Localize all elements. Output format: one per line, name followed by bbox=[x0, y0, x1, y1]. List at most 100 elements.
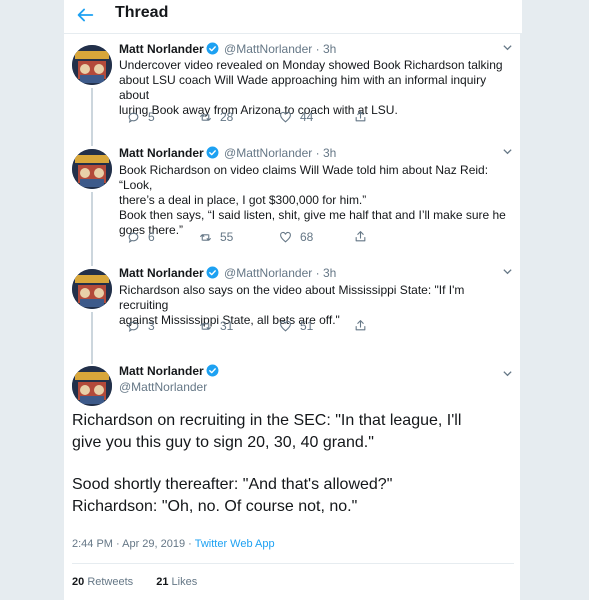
tweet-line: Undercover video revealed on Monday show… bbox=[119, 58, 503, 72]
tweet-line: Sood shortly thereafter: "And that's all… bbox=[72, 476, 393, 493]
thread-header: Thread bbox=[64, 0, 522, 34]
chevron-down-icon[interactable] bbox=[502, 368, 513, 379]
tweet-line: Richardson: "Oh, no. Of course not, no." bbox=[72, 498, 358, 515]
meta-separator: · bbox=[315, 146, 320, 160]
author-name[interactable]: Matt Norlander bbox=[119, 266, 204, 280]
likes-stat[interactable]: 21 Likes bbox=[156, 576, 197, 588]
avatar-image bbox=[72, 269, 112, 309]
avatar[interactable] bbox=[72, 269, 112, 309]
author-name[interactable]: Matt Norlander bbox=[119, 42, 204, 56]
tweet-actions: 5 28 44 bbox=[119, 110, 419, 126]
chevron-down-icon[interactable] bbox=[502, 146, 513, 157]
tweet-meta: Matt Norlander @MattNorlander · 3h bbox=[119, 42, 336, 56]
tweet-line: give you this guy to sign 20, 30, 40 gra… bbox=[72, 434, 374, 451]
tweet-text: Richardson on recruiting in the SEC: "In… bbox=[72, 410, 512, 518]
tweet-timestamp: 2:44 PM · Apr 29, 2019 · Twitter Web App bbox=[72, 538, 275, 550]
retweet-count: 55 bbox=[220, 230, 234, 244]
tweet-line: about LSU coach Will Wade approaching hi… bbox=[119, 73, 487, 102]
retweet-icon bbox=[200, 233, 211, 241]
author-handle[interactable]: @MattNorlander bbox=[119, 380, 207, 394]
share-icon bbox=[355, 231, 366, 242]
tweet-text: Undercover video revealed on Monday show… bbox=[119, 58, 514, 118]
author-handle[interactable]: @MattNorlander bbox=[224, 146, 312, 160]
author-name[interactable]: Matt Norlander bbox=[119, 146, 204, 160]
avatar-image bbox=[72, 366, 112, 406]
avatar[interactable] bbox=[72, 366, 112, 406]
like-count: 68 bbox=[300, 230, 314, 244]
retweet-button[interactable]: 31 bbox=[199, 319, 233, 333]
tweet-time[interactable]: 3h bbox=[323, 266, 336, 280]
like-count: 44 bbox=[300, 110, 314, 124]
thread-line bbox=[91, 312, 93, 364]
reply-button[interactable]: 3 bbox=[127, 319, 155, 333]
divider bbox=[72, 563, 514, 564]
tweet-time[interactable]: 3h bbox=[323, 146, 336, 160]
share-button[interactable] bbox=[354, 230, 367, 243]
verified-badge-icon bbox=[206, 42, 219, 55]
share-button[interactable] bbox=[354, 110, 367, 123]
like-button[interactable]: 51 bbox=[279, 319, 313, 333]
author-name-row[interactable]: Matt Norlander bbox=[119, 364, 221, 378]
share-icon bbox=[355, 320, 366, 331]
tweet-meta: Matt Norlander @MattNorlander · 3h bbox=[119, 146, 336, 160]
avatar-image bbox=[72, 149, 112, 189]
heart-icon bbox=[280, 231, 291, 243]
chevron-down-icon[interactable] bbox=[502, 42, 513, 53]
tweet-time[interactable]: 3h bbox=[323, 42, 336, 56]
retweets-count: 20 bbox=[72, 576, 85, 588]
like-button[interactable]: 68 bbox=[279, 230, 313, 244]
avatar-image bbox=[72, 45, 112, 85]
thread-line bbox=[91, 192, 93, 266]
reply-icon bbox=[128, 112, 139, 123]
avatar[interactable] bbox=[72, 149, 112, 189]
author-handle[interactable]: @MattNorlander bbox=[224, 266, 312, 280]
page-title: Thread bbox=[115, 4, 169, 21]
share-button[interactable] bbox=[354, 319, 367, 332]
thread-page: Thread Matt Norlander @MattNorlander · 3… bbox=[63, 0, 522, 600]
author-name[interactable]: Matt Norlander bbox=[119, 364, 204, 378]
reply-count: 3 bbox=[148, 319, 155, 333]
reply-button[interactable]: 5 bbox=[127, 110, 155, 124]
verified-badge-icon bbox=[206, 146, 219, 159]
tweet-source-link[interactable]: Twitter Web App bbox=[195, 538, 275, 550]
reply-count: 6 bbox=[148, 230, 155, 244]
tweet[interactable]: Matt Norlander @MattNorlander · 3h Under… bbox=[64, 42, 522, 146]
verified-badge-icon bbox=[206, 266, 219, 279]
tweet-line: Book Richardson on video claims Will Wad… bbox=[119, 163, 489, 192]
like-button[interactable]: 44 bbox=[279, 110, 313, 124]
thread-line bbox=[91, 88, 93, 146]
meta-separator: · bbox=[315, 42, 320, 56]
avatar[interactable] bbox=[72, 45, 112, 85]
chevron-down-icon[interactable] bbox=[502, 266, 513, 277]
tweet-line: there’s a deal in place, I got $300,000 … bbox=[119, 193, 367, 207]
heart-icon bbox=[280, 320, 291, 332]
tweet[interactable]: Matt Norlander @MattNorlander · 3h Book … bbox=[64, 146, 522, 266]
reply-icon bbox=[128, 321, 139, 332]
likes-count: 21 bbox=[156, 576, 169, 588]
retweets-stat[interactable]: 20 Retweets bbox=[72, 576, 133, 588]
reply-button[interactable]: 6 bbox=[127, 230, 155, 244]
likes-label: Likes bbox=[171, 576, 198, 588]
reply-icon bbox=[128, 232, 139, 243]
retweets-label: Retweets bbox=[87, 576, 134, 588]
tweet[interactable]: Matt Norlander @MattNorlander · 3h Richa… bbox=[64, 266, 522, 364]
retweet-button[interactable]: 28 bbox=[199, 110, 233, 124]
retweet-count: 31 bbox=[220, 319, 234, 333]
arrow-left-icon[interactable] bbox=[74, 4, 96, 26]
tweet-line: Richardson on recruiting in the SEC: "In… bbox=[72, 412, 462, 429]
main-tweet: Matt Norlander @MattNorlander Richardson… bbox=[64, 364, 522, 600]
tweet-datetime[interactable]: 2:44 PM · Apr 29, 2019 · bbox=[72, 538, 192, 550]
retweet-count: 28 bbox=[220, 110, 234, 124]
share-icon bbox=[355, 111, 366, 122]
reply-count: 5 bbox=[148, 110, 155, 124]
tweet-actions: 3 31 51 bbox=[119, 319, 419, 335]
retweet-icon bbox=[200, 322, 211, 330]
retweet-button[interactable]: 55 bbox=[199, 230, 233, 244]
tweet-line: Richardson also says on the video about … bbox=[119, 283, 465, 312]
tweet-text: Book Richardson on video claims Will Wad… bbox=[119, 163, 514, 238]
author-handle[interactable]: @MattNorlander bbox=[224, 42, 312, 56]
tweet-line: Book then says, “I said listen, shit, gi… bbox=[119, 208, 506, 222]
tweet-actions: 6 55 68 bbox=[119, 230, 419, 246]
tweet-stats: 20 Retweets 21 Likes bbox=[72, 576, 217, 588]
